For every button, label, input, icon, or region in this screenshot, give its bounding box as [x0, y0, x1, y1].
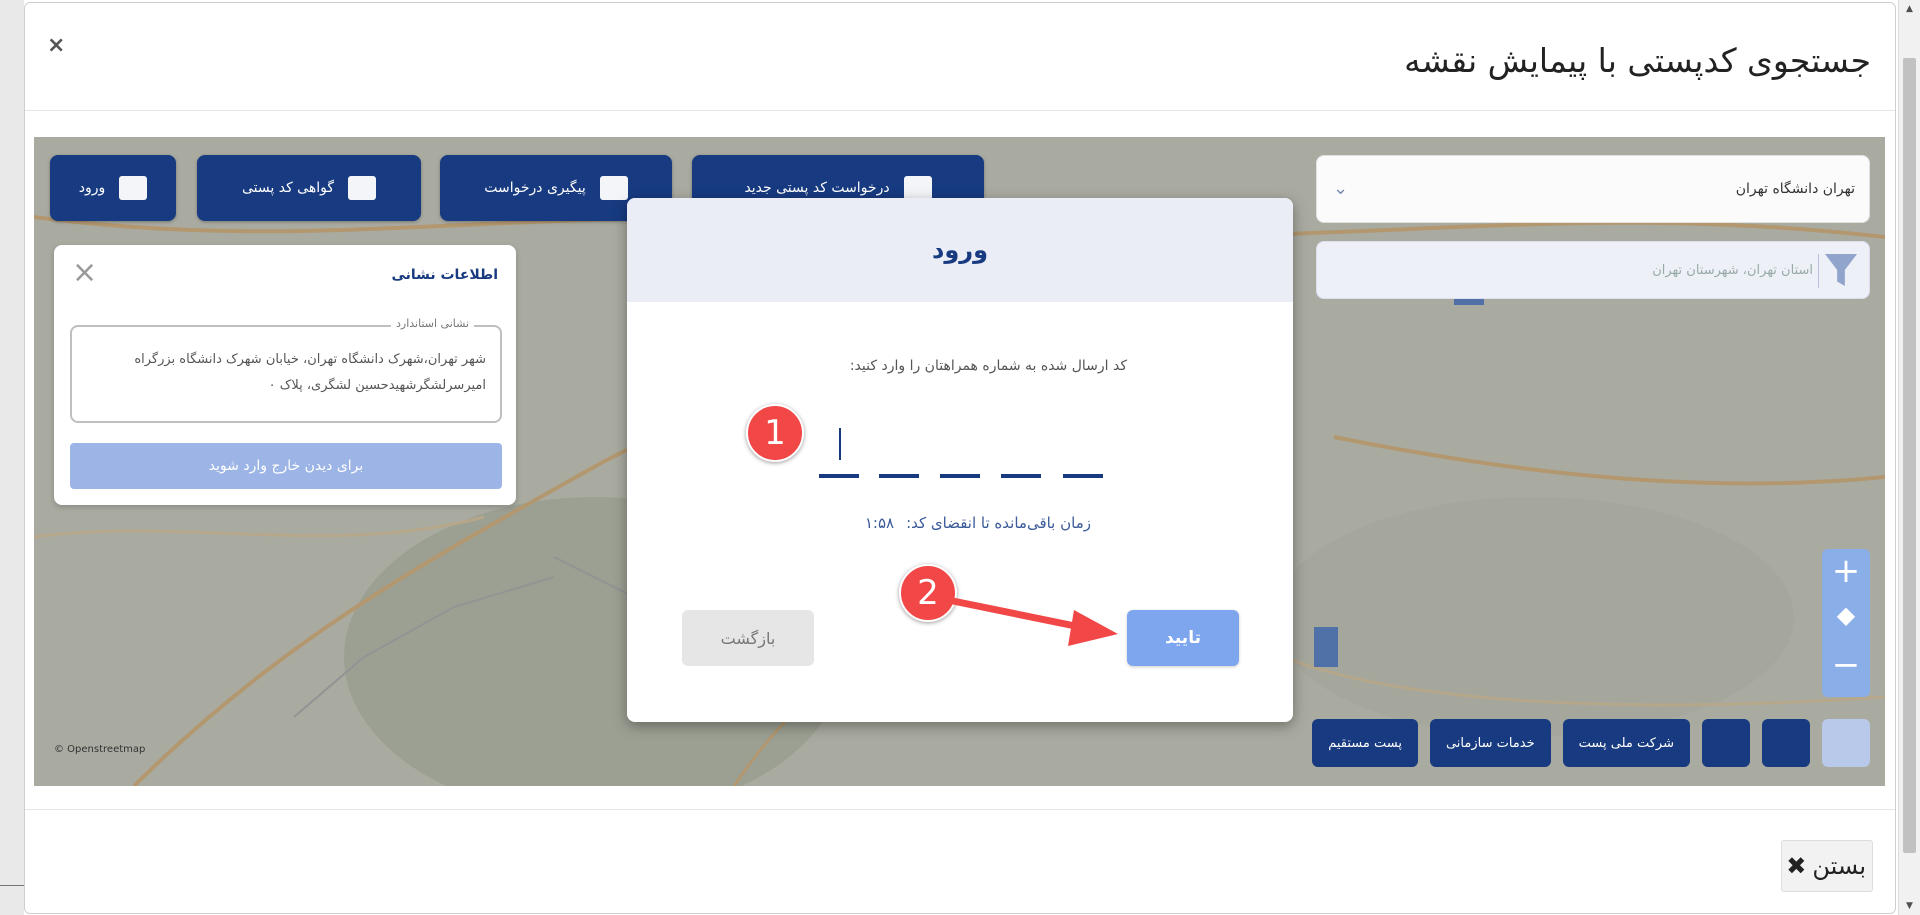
- certificate-icon: [348, 176, 377, 200]
- chevron-down-icon: ⌄: [1333, 178, 1349, 199]
- step-marker-1: 1: [746, 404, 804, 462]
- org-services-label: خدمات سازمانی: [1445, 735, 1535, 751]
- tracking-icon: [599, 176, 628, 200]
- map-layer-icon[interactable]: ◆: [1822, 601, 1870, 629]
- map-attribution: © Openstreetmap: [54, 744, 146, 755]
- page-scrollbar[interactable]: ▲ ▼: [1898, 0, 1920, 915]
- national-post-label: شرکت ملی پست: [1578, 735, 1674, 751]
- otp-slot[interactable]: [879, 474, 919, 478]
- map-zoom-control: + ◆ −: [1822, 549, 1870, 697]
- standard-address-legend: نشانی استاندارد: [391, 317, 474, 330]
- confirm-button[interactable]: تایید: [1127, 610, 1239, 666]
- compass-icon[interactable]: [1762, 719, 1810, 767]
- direct-post-label: پست مستقیم: [1328, 735, 1402, 751]
- close-button[interactable]: بستن ✖: [1781, 840, 1873, 892]
- national-post-button[interactable]: شرکت ملی پست: [1562, 719, 1690, 767]
- info-panel-title: اطلاعات نشانی: [391, 267, 498, 283]
- address-info-panel: اطلاعات نشانی × نشانی استاندارد شهر تهرا…: [54, 245, 516, 505]
- otp-slot[interactable]: [1001, 474, 1041, 478]
- certificate-button-label: گواهی کد پستی: [241, 180, 335, 196]
- new-request-icon: [903, 176, 932, 200]
- location-select-value: تهران دانشگاه تهران: [1735, 181, 1855, 197]
- close-icon: ✖: [1786, 852, 1807, 880]
- locate-icon[interactable]: [1822, 719, 1870, 767]
- otp-input[interactable]: [819, 428, 1105, 478]
- divider: [0, 885, 24, 886]
- filter-icon: [1825, 254, 1857, 286]
- zoom-in-icon[interactable]: +: [1822, 551, 1870, 591]
- otp-slot[interactable]: [940, 474, 980, 478]
- otp-prompt: کد ارسال شده به شماره همراهتان را وارد ک…: [849, 358, 1127, 374]
- divider: [1818, 254, 1819, 288]
- location-select[interactable]: تهران دانشگاه تهران ⌄: [1316, 155, 1870, 223]
- scrollbar-thumb[interactable]: [1903, 58, 1916, 853]
- close-icon[interactable]: ×: [72, 255, 97, 290]
- login-map-button[interactable]: ورود: [50, 155, 176, 221]
- standard-address-box: نشانی استاندارد شهر تهران،شهرک دانشگاه ت…: [70, 317, 502, 423]
- map-bottom-toolbar: شرکت ملی پست خدمات سازمانی پست مستقیم: [1312, 719, 1870, 767]
- modal-footer: بستن ✖: [25, 809, 1895, 913]
- text-cursor: [839, 428, 841, 460]
- login-dialog: ورود کد ارسال شده به شماره همراهتان را و…: [627, 198, 1293, 722]
- timer-value: ۱:۵۸: [864, 514, 895, 532]
- close-button-label: بستن: [1812, 852, 1866, 880]
- login-dialog-header: ورود: [627, 198, 1293, 302]
- back-button[interactable]: بازگشت: [682, 610, 814, 666]
- region-filter[interactable]: استان تهران، شهرستان تهران: [1316, 241, 1870, 299]
- scroll-up-icon[interactable]: ▲: [1899, 0, 1920, 18]
- direct-post-button[interactable]: پست مستقیم: [1312, 719, 1418, 767]
- org-services-button[interactable]: خدمات سازمانی: [1429, 719, 1551, 767]
- certificate-button[interactable]: گواهی کد پستی: [197, 155, 421, 221]
- step-marker-2: 2: [899, 564, 957, 622]
- expiry-timer: زمان باقی‌مانده تا انقضای کد: ۱:۵۸: [865, 514, 1091, 532]
- otp-slot[interactable]: [1063, 474, 1103, 478]
- modal-header: × جستجوی کدپستی با پیمایش نقشه: [25, 3, 1895, 111]
- standard-address-text: شهر تهران،شهرک دانشگاه تهران، خیابان شهر…: [134, 352, 486, 393]
- new-request-button-label: درخواست کد پستی جدید: [744, 180, 890, 196]
- modal-close-icon[interactable]: ×: [47, 33, 65, 58]
- unlock-icon: [119, 176, 148, 200]
- zoom-out-icon[interactable]: −: [1822, 645, 1870, 685]
- settings-icon[interactable]: [1702, 719, 1750, 767]
- login-to-view-button[interactable]: برای دیدن خارج وارد شوید: [70, 443, 502, 489]
- login-map-button-label: ورود: [78, 180, 106, 196]
- timer-label: زمان باقی‌مانده تا انقضای کد:: [906, 514, 1091, 532]
- login-dialog-title: ورود: [932, 236, 988, 264]
- scroll-down-icon[interactable]: ▼: [1899, 897, 1920, 915]
- tracking-button-label: پیگیری درخواست: [484, 180, 586, 196]
- otp-slot[interactable]: [819, 474, 859, 478]
- region-filter-text: استان تهران، شهرستان تهران: [1652, 262, 1813, 278]
- modal-title: جستجوی کدپستی با پیمایش نقشه: [1404, 41, 1871, 80]
- page-left-edge: [0, 0, 24, 915]
